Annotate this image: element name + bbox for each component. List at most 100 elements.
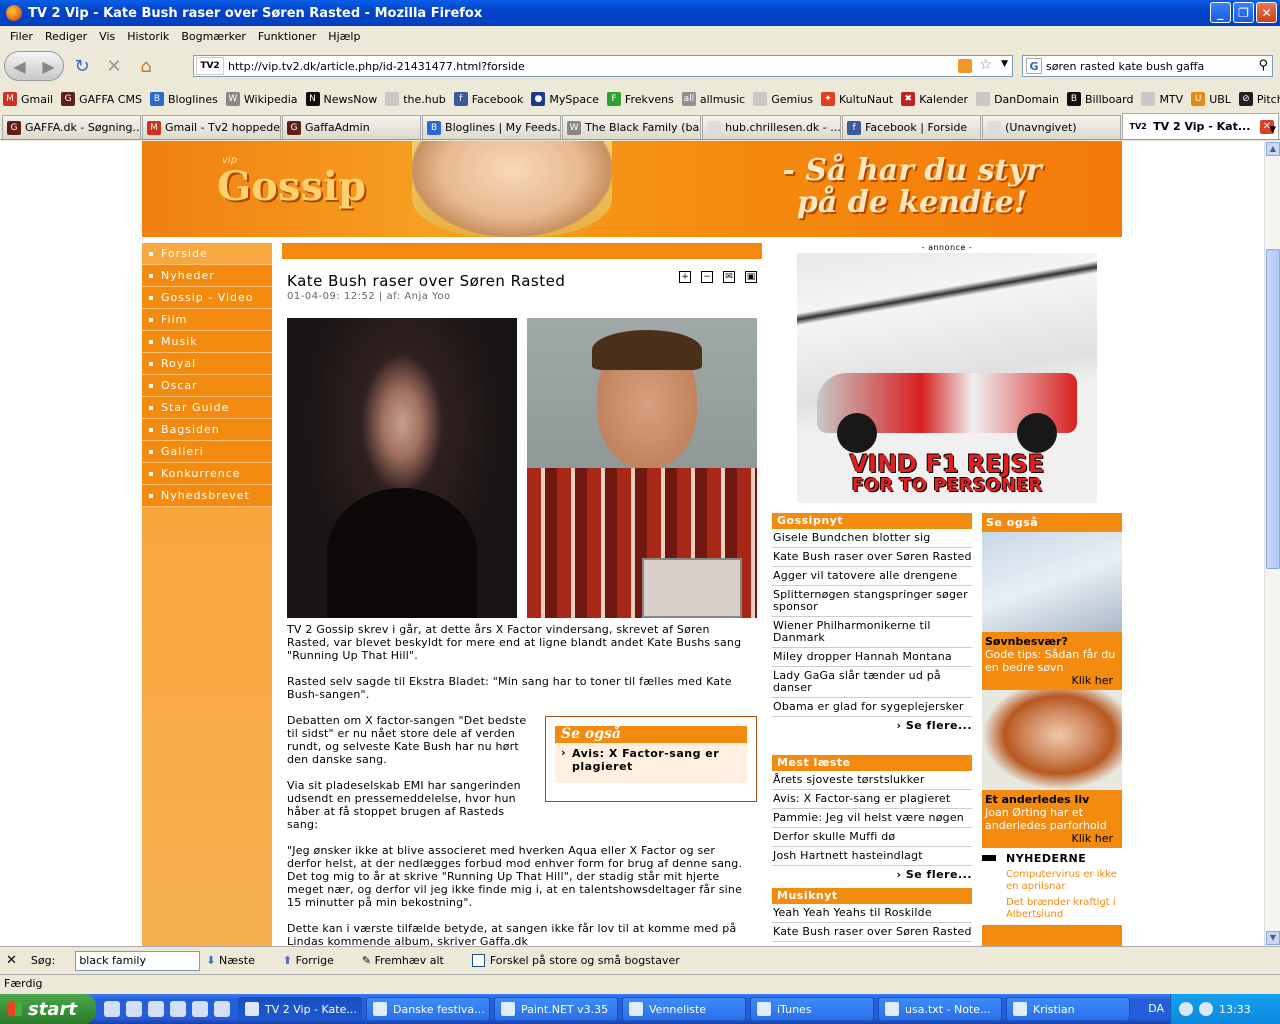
bookmark-item[interactable]: G GAFFA CMS bbox=[61, 92, 142, 106]
tab[interactable]: G GAFFA.dk - Søgning... bbox=[2, 115, 142, 139]
nav-item-royal[interactable]: Royal bbox=[142, 353, 272, 375]
sleeping-woman-photo[interactable] bbox=[982, 532, 1122, 632]
home-icon[interactable]: ⌂ bbox=[132, 56, 160, 77]
google-icon[interactable]: G bbox=[1026, 58, 1042, 74]
menu-item-rediger[interactable]: Rediger bbox=[39, 30, 93, 43]
taskbar-button[interactable]: Paint.NET v3.35 bbox=[494, 997, 618, 1021]
menu-item-bogmaerker[interactable]: Bogmærker bbox=[175, 30, 252, 43]
nav-item-gossip-video[interactable]: Gossip - Video bbox=[142, 287, 272, 309]
life-teaser[interactable]: Et anderledes liv Joan Ørting har et and… bbox=[982, 790, 1122, 848]
mostread-item[interactable]: Pammie: Jeg vil helst være nøgen bbox=[772, 809, 972, 828]
scroll-thumb[interactable] bbox=[1266, 249, 1280, 569]
close-button[interactable]: ✕ bbox=[1256, 2, 1277, 23]
bookmark-item[interactable]: ✖ Kalender bbox=[901, 92, 968, 106]
scroll-up-icon[interactable]: ▲ bbox=[1266, 142, 1280, 156]
tab[interactable]: hub.chrillesen.dk - ... bbox=[702, 115, 842, 139]
forward-icon[interactable]: ▶ bbox=[42, 57, 54, 76]
nyhederne-link[interactable]: Det brænder kraftigt i Albertslund bbox=[982, 893, 1122, 921]
bookmark-item[interactable]: all allmusic bbox=[681, 92, 745, 106]
language-indicator[interactable]: DA bbox=[1148, 1002, 1164, 1015]
tab[interactable]: B Bloglines | My Feeds... bbox=[422, 115, 562, 139]
bookmark-item[interactable]: B Billboard bbox=[1066, 92, 1133, 106]
tray-icon[interactable] bbox=[1179, 1002, 1193, 1016]
match-case-checkbox[interactable] bbox=[471, 954, 485, 967]
bookmark-item[interactable]: f Facebook bbox=[453, 92, 523, 106]
nav-item-bagsiden[interactable]: Bagsiden bbox=[142, 419, 272, 441]
gossipnyt-item[interactable]: Splitternøgen stangspringer søger sponso… bbox=[772, 586, 972, 617]
url-text[interactable]: http://vip.tv2.dk/article.php/id-2143147… bbox=[228, 60, 525, 73]
bookmark-star-icon[interactable]: ☆ bbox=[979, 57, 992, 73]
tab[interactable]: W The Black Family (ba... bbox=[562, 115, 702, 139]
explorer-quicklaunch-icon[interactable] bbox=[192, 1001, 208, 1017]
nav-item-konkurrence[interactable]: Konkurrence bbox=[142, 463, 272, 485]
gossipnyt-item[interactable]: Lady GaGa slår tænder ud på danser bbox=[772, 667, 972, 698]
bookmark-item[interactable]: ⊘Pitchfork bbox=[1238, 92, 1280, 106]
tab-list-icon[interactable]: ▼ bbox=[1269, 125, 1276, 135]
outlook-quicklaunch-icon[interactable] bbox=[148, 1001, 164, 1017]
bookmark-item[interactable]: W Wikipedia bbox=[225, 92, 298, 106]
tray-icon[interactable] bbox=[1199, 1002, 1213, 1016]
taskbar-button[interactable]: Danske festiva... bbox=[366, 997, 490, 1021]
itunes-quicklaunch-icon[interactable] bbox=[214, 1001, 230, 1017]
taskbar-button[interactable]: usa.txt - Note... bbox=[878, 997, 1002, 1021]
sleep-klik-her-link[interactable]: Klik her bbox=[985, 674, 1119, 687]
life-klik-her-link[interactable]: Klik her bbox=[985, 832, 1119, 845]
f1-advertisement[interactable]: VIND F1 REJSE FOR TO PERSONER bbox=[797, 253, 1097, 503]
menu-item-vis[interactable]: Vis bbox=[93, 30, 121, 43]
gossipnyt-item[interactable]: Kate Bush raser over Søren Rasted bbox=[772, 548, 972, 567]
mostread-item[interactable]: Årets sjoveste tørstslukker bbox=[772, 771, 972, 790]
find-next-button[interactable]: ⬇ Næste bbox=[206, 954, 269, 967]
nav-item-forside[interactable]: Forside bbox=[142, 243, 272, 265]
reload-icon[interactable]: ↻ bbox=[68, 56, 96, 77]
bookmark-item[interactable]: M Gmail bbox=[3, 92, 53, 106]
gossipnyt-more-link[interactable]: › Se flere... bbox=[772, 717, 972, 734]
tab[interactable]: f Facebook | Forside bbox=[842, 115, 982, 139]
tab[interactable]: M Gmail - Tv2 hoppede... bbox=[142, 115, 282, 139]
minimize-button[interactable]: _ bbox=[1210, 2, 1231, 23]
bookmark-item[interactable]: DanDomain bbox=[976, 92, 1059, 106]
taskbar-button[interactable]: Kristian bbox=[1006, 997, 1130, 1021]
musiknyt-item[interactable]: Yeah Yeah Yeahs til Roskilde bbox=[772, 904, 972, 923]
nav-item-nyhedsbrevet[interactable]: Nyhedsbrevet bbox=[142, 485, 272, 507]
bookmark-item[interactable]: F Frekvens bbox=[606, 92, 674, 106]
font-larger-icon[interactable]: + bbox=[679, 271, 691, 283]
menu-item-hjaelp[interactable]: Hjælp bbox=[322, 30, 366, 43]
nyhederne-title[interactable]: NYHEDERNE bbox=[982, 852, 1122, 865]
taskbar-button[interactable]: Venneliste bbox=[622, 997, 746, 1021]
bookmark-item[interactable]: ● MySpace bbox=[531, 92, 599, 106]
close-findbar-icon[interactable]: ✕ bbox=[6, 953, 17, 968]
vertical-scrollbar[interactable]: ▲ ▼ bbox=[1264, 141, 1280, 946]
joan-orting-photo[interactable] bbox=[982, 690, 1122, 790]
print-icon[interactable]: ▣ bbox=[745, 271, 757, 283]
header-banner[interactable]: vip Gossip - Så har du styr på de kendte… bbox=[142, 141, 1122, 237]
menu-item-filer[interactable]: Filer bbox=[4, 30, 39, 43]
nav-item-star-guide[interactable]: Star Guide bbox=[142, 397, 272, 419]
nav-item-galleri[interactable]: Galleri bbox=[142, 441, 272, 463]
mostread-item[interactable]: Derfor skulle Muffi dø bbox=[772, 828, 972, 847]
tab[interactable]: (Unavngivet) bbox=[982, 115, 1122, 139]
gossipnyt-item[interactable]: Gisele Bundchen blotter sig bbox=[772, 529, 972, 548]
nav-item-oscar[interactable]: Oscar bbox=[142, 375, 272, 397]
bookmark-item[interactable]: the.hub bbox=[385, 92, 446, 106]
gossipnyt-item[interactable]: Miley dropper Hannah Montana bbox=[772, 648, 972, 667]
back-icon[interactable]: ◀ bbox=[13, 57, 25, 76]
search-input[interactable]: søren rasted kate bush gaffa bbox=[1046, 60, 1204, 73]
email-icon[interactable]: ✉ bbox=[723, 271, 735, 283]
nav-item-musik[interactable]: Musik bbox=[142, 331, 272, 353]
see-also-link[interactable]: Avis: X Factor-sang er plagieret bbox=[555, 743, 747, 783]
gossipnyt-item[interactable]: Obama er glad for sygeplejersker bbox=[772, 698, 972, 717]
taskbar-button[interactable]: TV 2 Vip - Kate... bbox=[238, 997, 362, 1021]
firefox-quicklaunch-icon[interactable] bbox=[104, 1001, 120, 1017]
maximize-button[interactable]: ❐ bbox=[1233, 2, 1254, 23]
musiknyt-item[interactable]: Kate Bush raser over Søren Rasted bbox=[772, 923, 972, 942]
stop-icon[interactable]: ✕ bbox=[100, 56, 128, 77]
taskbar-button[interactable]: iTunes bbox=[750, 997, 874, 1021]
gossipnyt-item[interactable]: Agger vil tatovere alle drengene bbox=[772, 567, 972, 586]
menu-item-funktioner[interactable]: Funktioner bbox=[252, 30, 322, 43]
find-input[interactable] bbox=[75, 950, 201, 971]
scroll-down-icon[interactable]: ▼ bbox=[1266, 931, 1280, 945]
rss-icon[interactable] bbox=[958, 59, 972, 73]
media-quicklaunch-icon[interactable] bbox=[170, 1001, 186, 1017]
bookmark-item[interactable]: U UBL bbox=[1191, 92, 1231, 106]
search-icon[interactable]: ⚲ bbox=[1258, 58, 1268, 73]
